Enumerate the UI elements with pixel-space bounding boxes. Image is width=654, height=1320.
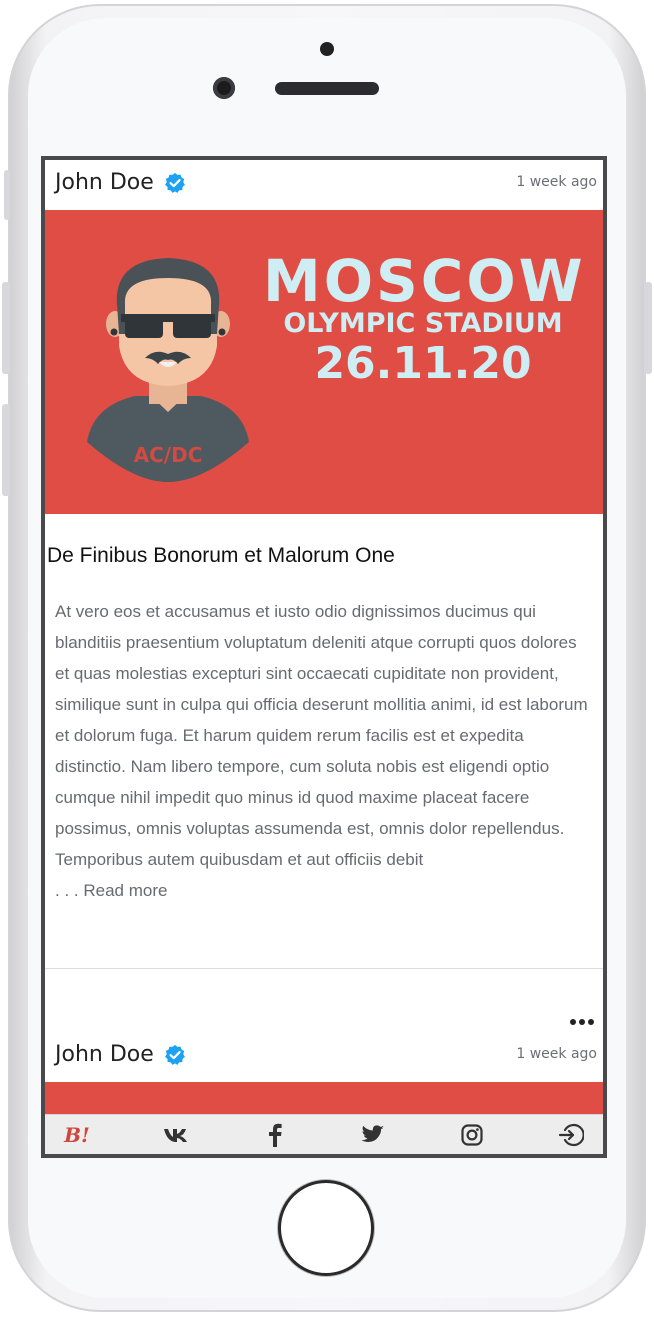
author-name: John Doe (55, 170, 154, 195)
post-timestamp: 1 week ago (516, 1046, 597, 1062)
post-timestamp: 1 week ago (516, 174, 597, 190)
post-banner-image[interactable]: AC/DC MOSCOW OLYMPIC STADIUM 26.11.20 (45, 210, 603, 514)
nav-instagram[interactable] (452, 1115, 492, 1155)
mute-switch (4, 170, 10, 220)
read-more-link[interactable]: . . . Read more (55, 881, 167, 900)
vk-icon (163, 1128, 187, 1142)
bottom-nav: B! (45, 1114, 603, 1154)
power-button (644, 282, 652, 374)
post-body-text: At vero eos et accusamus et iusto odio d… (55, 602, 588, 869)
nav-login[interactable] (551, 1115, 591, 1155)
home-button[interactable] (278, 1180, 374, 1276)
nav-facebook[interactable] (255, 1115, 295, 1155)
app-screen: John Doe 1 week ago AC/DC MOSCOW OLYMPIC… (41, 156, 607, 1158)
instagram-icon (461, 1123, 483, 1146)
nav-twitter[interactable] (353, 1115, 393, 1155)
post-header: John Doe 1 week ago (45, 160, 603, 210)
banner-city: MOSCOW (263, 247, 586, 315)
post-title[interactable]: De Finibus Bonorum et Malorum One (47, 544, 395, 568)
twitter-icon (361, 1124, 385, 1142)
rocker-avatar-illustration: AC/DC (87, 258, 249, 482)
banner-venue: OLYMPIC STADIUM (283, 308, 563, 339)
post-author[interactable]: John Doe (55, 170, 186, 195)
front-camera (213, 77, 235, 99)
banner-date: 26.11.20 (314, 338, 532, 389)
brand-icon: B! (64, 1122, 90, 1147)
earpiece-speaker (275, 82, 379, 95)
more-options-icon[interactable] (569, 1018, 595, 1026)
author-name: John Doe (55, 1042, 154, 1067)
facebook-icon (268, 1123, 282, 1147)
proximity-sensor (320, 42, 334, 56)
nav-vk[interactable] (156, 1115, 196, 1155)
login-icon (558, 1123, 584, 1146)
verified-badge-icon (164, 172, 185, 193)
post-author[interactable]: John Doe (55, 1042, 186, 1067)
shirt-print: AC/DC (134, 443, 203, 467)
post-header: John Doe 1 week ago (45, 1032, 603, 1082)
volume-up-button (2, 282, 10, 374)
post-divider (45, 968, 603, 969)
verified-badge-icon (164, 1044, 185, 1065)
nav-brand[interactable]: B! (57, 1115, 97, 1155)
volume-down-button (2, 404, 10, 496)
post-body: At vero eos et accusamus et iusto odio d… (55, 596, 595, 906)
